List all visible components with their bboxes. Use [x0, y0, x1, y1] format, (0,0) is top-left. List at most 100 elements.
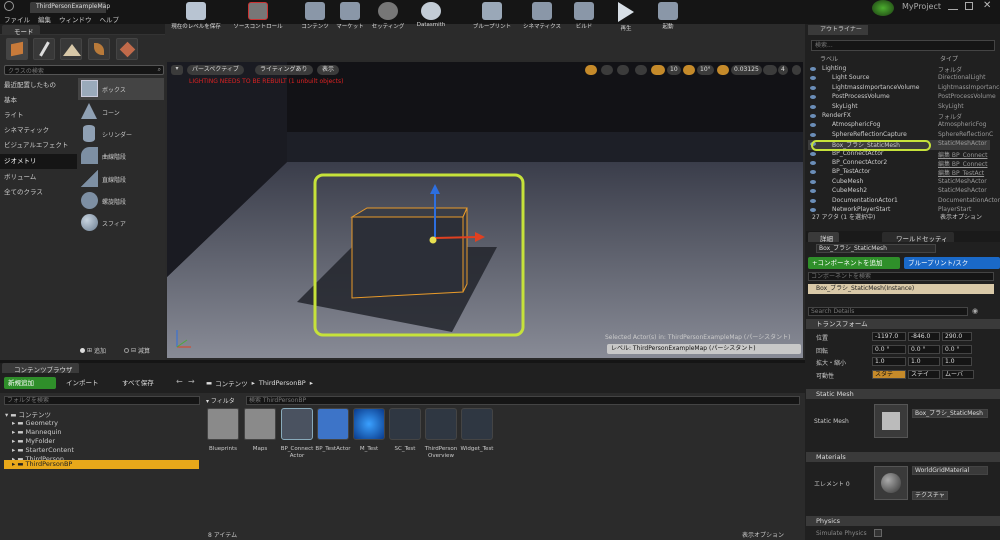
geometry-mode-icon[interactable]: [116, 38, 138, 60]
item-box[interactable]: ボックス: [78, 78, 164, 100]
tree-geometry[interactable]: ▸ ▬ Geometry: [12, 419, 58, 427]
category-all-classes[interactable]: 全てのクラス: [0, 185, 77, 200]
outliner-row[interactable]: RenderFX フォルダ: [808, 112, 990, 122]
visibility-eye-icon[interactable]: [810, 95, 816, 100]
outliner-row[interactable]: PostProcessVolume PostProcessVolume: [808, 93, 996, 103]
visibility-eye-icon[interactable]: [810, 114, 816, 118]
foliage-mode-icon[interactable]: [88, 38, 110, 60]
instance-row[interactable]: Box_ブラシ_StaticMesh(Instance): [808, 284, 994, 294]
category-lights[interactable]: ライト: [0, 108, 77, 123]
modes-tab[interactable]: モード: [2, 25, 40, 36]
visibility-eye-icon[interactable]: [810, 85, 816, 90]
category-volumes[interactable]: ボリューム: [0, 170, 77, 185]
menu-file[interactable]: ファイル: [4, 14, 30, 24]
category-basic[interactable]: 基本: [0, 93, 77, 108]
location-y[interactable]: -846.0: [908, 332, 940, 341]
tree-mannequin[interactable]: ▸ ▬ Mannequin: [12, 428, 62, 436]
location-z[interactable]: 290.0: [942, 332, 972, 341]
folder-search-input[interactable]: フォルダを検索: [4, 396, 200, 405]
static-mesh-section-header[interactable]: Static Mesh: [806, 389, 1000, 399]
item-sphere[interactable]: スフィア: [78, 212, 164, 234]
visibility-eye-icon[interactable]: [810, 179, 816, 184]
breadcrumb-thirdpersonbp[interactable]: ThirdPersonBP: [259, 379, 306, 387]
outliner-search-input[interactable]: 検索...: [811, 40, 995, 51]
thirdperson-overview-thumbnail[interactable]: [425, 408, 457, 440]
content-browser-tab[interactable]: コンテンツブラウザ: [2, 363, 79, 374]
source-control-button[interactable]: ソースコントロール: [232, 2, 284, 34]
world-space-icon[interactable]: [635, 65, 647, 75]
import-button[interactable]: インポート: [62, 377, 112, 389]
angle-snap-value[interactable]: 10°: [697, 65, 714, 75]
datasmith-button[interactable]: Datasmith: [405, 2, 457, 34]
visibility-eye-icon[interactable]: [810, 123, 816, 128]
outliner-row[interactable]: CubeMesh2 StaticMeshActor: [808, 187, 990, 197]
visibility-eye-icon[interactable]: [810, 151, 816, 156]
add-component-button[interactable]: +コンポーネントを追加: [808, 257, 900, 269]
category-cinematic[interactable]: シネマティック: [0, 123, 77, 138]
rotation-x[interactable]: 0.0 °: [872, 345, 906, 354]
blueprints-button[interactable]: ブループリント: [466, 2, 518, 34]
rotation-y[interactable]: 0.0 °: [908, 345, 940, 354]
folder-maps-icon[interactable]: [244, 408, 276, 440]
forward-arrow-icon[interactable]: →: [188, 377, 195, 386]
physics-section-header[interactable]: Physics: [806, 516, 1000, 526]
category-geometry[interactable]: ジオメトリ: [0, 154, 77, 169]
content-view-options[interactable]: 表示オプション: [742, 530, 784, 539]
outliner-row[interactable]: BP_ConnectActor2 編集 BP_Connect: [808, 159, 990, 169]
category-recent[interactable]: 最近配置したもの: [0, 78, 77, 93]
actor-name-field[interactable]: Box_ブラシ_StaticMesh: [816, 244, 936, 253]
paint-mode-icon[interactable]: [33, 38, 55, 60]
mobility-stationary[interactable]: ステイ: [908, 370, 940, 379]
grid-snap-value[interactable]: 10: [667, 65, 681, 75]
minimize-button[interactable]: [948, 2, 958, 10]
outliner-row[interactable]: DocumentationActor1 DocumentationActor: [808, 197, 1000, 207]
tree-root[interactable]: ▾ ▬ コンテンツ: [5, 409, 51, 419]
scale-z[interactable]: 1.0: [942, 357, 972, 366]
component-search-input[interactable]: コンポーネントを検索: [808, 272, 994, 281]
outliner-row[interactable]: LightmassImportanceVolume LightmassImport…: [808, 84, 1000, 94]
item-cone[interactable]: コーン: [78, 101, 164, 123]
tree-thirdpersonbp[interactable]: ▸ ▬ ThirdPersonBP: [4, 460, 199, 469]
visibility-eye-icon[interactable]: [810, 76, 816, 81]
details-tab[interactable]: 詳細: [808, 232, 839, 243]
widget-test-thumbnail[interactable]: [461, 408, 493, 440]
visibility-eye-icon[interactable]: [810, 189, 816, 194]
save-all-button[interactable]: すべて保存: [118, 377, 172, 389]
item-spiral-stairs[interactable]: 螺旋階段: [78, 190, 164, 212]
visibility-eye-icon[interactable]: [810, 170, 816, 175]
menu-help[interactable]: ヘルプ: [100, 14, 120, 24]
m-test-thumbnail[interactable]: [353, 408, 385, 440]
outliner-row[interactable]: BP_TestActor 編集 BP_TestAct: [808, 168, 990, 178]
grid-snap-icon[interactable]: [651, 65, 665, 75]
rotate-tool-icon[interactable]: [601, 65, 613, 75]
viewport-options-icon[interactable]: ▾: [171, 65, 183, 75]
texture-dropdown[interactable]: テクスチャ: [912, 491, 948, 500]
back-arrow-icon[interactable]: ←: [176, 377, 183, 386]
material-dropdown[interactable]: WorldGridMaterial: [912, 466, 988, 475]
mobility-static[interactable]: スタテ: [872, 370, 906, 379]
transform-section-header[interactable]: トランスフォーム: [806, 319, 1000, 329]
menu-edit[interactable]: 編集: [38, 14, 51, 24]
place-mode-icon[interactable]: [6, 38, 28, 60]
outliner-row[interactable]: SphereReflectionCapture SphereReflectionC: [808, 131, 993, 141]
save-level-button[interactable]: 現在のレベルを保存: [170, 2, 222, 34]
outliner-row[interactable]: Light Source DirectionalLight: [808, 74, 990, 84]
world-settings-tab[interactable]: ワールドセッティ: [882, 232, 954, 243]
simulate-physics-checkbox[interactable]: [874, 529, 882, 537]
sc-test-thumbnail[interactable]: [389, 408, 421, 440]
visibility-eye-icon[interactable]: [810, 161, 816, 165]
location-x[interactable]: -1197.0: [872, 332, 906, 341]
tree-myfolder[interactable]: ▸ ▬ MyFolder: [12, 437, 55, 445]
scale-snap-value[interactable]: 0.03125: [731, 65, 762, 75]
level-tab[interactable]: ThirdPersonExampleMap: [30, 2, 110, 13]
camera-speed-icon[interactable]: [763, 65, 777, 75]
folder-blueprints-icon[interactable]: [207, 408, 239, 440]
visibility-eye-icon[interactable]: [810, 67, 816, 71]
mobility-movable[interactable]: ムーバ: [942, 370, 974, 379]
landscape-mode-icon[interactable]: [60, 38, 82, 60]
camera-speed-value[interactable]: 4: [778, 65, 788, 75]
category-visual-effects[interactable]: ビジュアルエフェクト: [0, 138, 77, 153]
item-cylinder[interactable]: シリンダー: [78, 123, 164, 145]
scale-x[interactable]: 1.0: [872, 357, 906, 366]
outliner-row[interactable]: CubeMesh StaticMeshActor: [808, 178, 990, 188]
